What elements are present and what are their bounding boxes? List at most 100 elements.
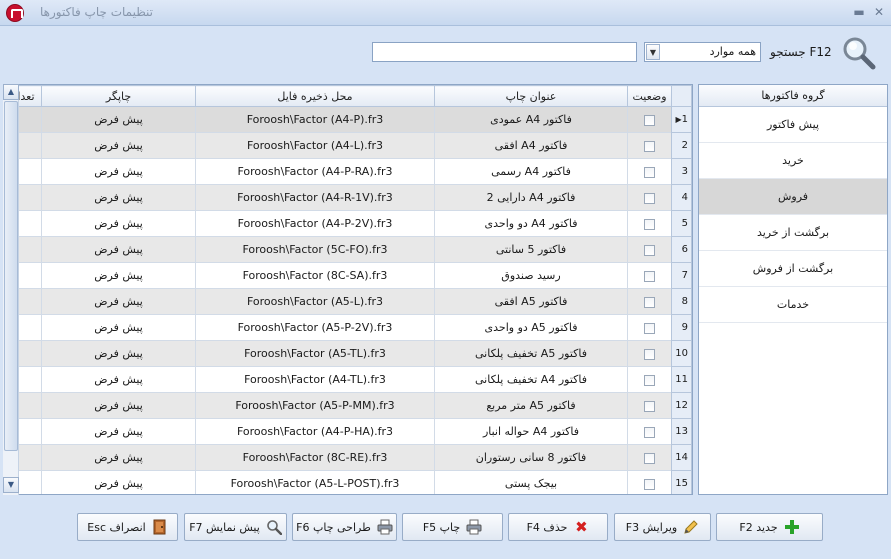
checkbox[interactable] (644, 296, 655, 308)
table-row[interactable]: 12 فاکتور A5 متر مربع Foroosh\Factor (A5-P… (4, 392, 692, 419)
group-item[interactable]: برگشت از فروش (699, 251, 887, 287)
row-number: 5 (671, 210, 692, 237)
search-input[interactable] (372, 42, 637, 62)
preview-button[interactable]: پیش نمایش F7 (184, 513, 287, 541)
table-row[interactable]: ▶1 فاکتور A4 عمودی Foroosh\Factor (A4-P).f… (4, 106, 692, 133)
table-row[interactable]: 5 فاکتور A4 دو واحدی Foroosh\Factor (A4-P-… (4, 210, 692, 237)
row-status-checkbox[interactable] (627, 418, 672, 445)
row-file-path: Foroosh\Factor (8C-RE).fr3 (195, 444, 435, 471)
row-number-text: 14 (675, 452, 688, 463)
table-row[interactable]: 9 فاکتور A5 دو واحدی Foroosh\Factor (A5-P-… (4, 314, 692, 341)
row-number-text: 6 (681, 244, 688, 255)
search-scope-select[interactable]: همه موارد ▼ (644, 42, 761, 62)
row-printer: پیش فرض (41, 366, 196, 393)
table-row[interactable]: 6 فاکتور 5 سانتی Foroosh\Factor (5C-FO).fr… (4, 236, 692, 263)
column-header-title[interactable]: عنوان چاپ (434, 85, 628, 107)
checkbox[interactable] (644, 374, 655, 386)
checkbox[interactable] (644, 192, 655, 204)
table-row[interactable]: 3 فاکتور A4 رسمی Foroosh\Factor (A4-P-RA).… (4, 158, 692, 185)
checkbox[interactable] (644, 244, 655, 256)
row-status-checkbox[interactable] (627, 158, 672, 185)
checkbox[interactable] (644, 114, 655, 126)
row-printer-text: پیش فرض (94, 165, 143, 178)
edit-button[interactable]: ویرایش F3 (614, 513, 711, 541)
row-status-checkbox[interactable] (627, 340, 672, 367)
table-row[interactable]: 2 فاکتور A4 افقی Foroosh\Factor (A4-L).fr3… (4, 132, 692, 159)
checkbox[interactable] (644, 452, 655, 464)
row-file-path-text: Foroosh\Factor (A4-L).fr3 (246, 139, 384, 152)
checkbox[interactable] (644, 270, 655, 282)
table-row[interactable]: 4 فاکتور A4 دارایی 2 Foroosh\Factor (A4-R-… (4, 184, 692, 211)
print-settings-grid: وضعیت عنوان چاپ محل ذخیره فایل چاپگر تعد… (3, 84, 693, 495)
row-status-checkbox[interactable] (627, 262, 672, 289)
row-status-checkbox[interactable] (627, 184, 672, 211)
design-print-button-label: طراحی چاپ F6 (296, 520, 371, 534)
checkbox[interactable] (644, 218, 655, 230)
scroll-up-icon[interactable]: ▲ (3, 84, 19, 100)
cancel-button[interactable]: انصراف Esc (77, 513, 178, 541)
checkbox[interactable] (644, 140, 655, 152)
search-icon[interactable] (842, 36, 876, 70)
row-status-checkbox[interactable] (627, 392, 672, 419)
row-number-text: 15 (675, 478, 688, 489)
group-item[interactable]: خدمات (699, 287, 887, 323)
search-scope-value: همه موارد (709, 45, 756, 58)
row-status-checkbox[interactable] (627, 236, 672, 263)
group-item[interactable]: برگشت از خرید (699, 215, 887, 251)
row-title: فاکتور A4 حواله انبار (434, 418, 628, 445)
group-item[interactable]: پیش فاکتور (699, 107, 887, 143)
row-file-path-text: Foroosh\Factor (A4-P).fr3 (246, 113, 384, 126)
minimize-button[interactable]: ▬ (850, 4, 868, 20)
grid-scrollbar[interactable]: ▲ ▼ (3, 84, 19, 495)
row-file-path-text: Foroosh\Factor (A4-P-RA).fr3 (237, 165, 393, 178)
scroll-down-icon[interactable]: ▼ (3, 477, 19, 493)
group-item[interactable]: فروش (699, 179, 887, 215)
design-print-button[interactable]: طراحی چاپ F6 (292, 513, 397, 541)
checkbox[interactable] (644, 478, 655, 490)
row-number: 8 (671, 288, 692, 315)
row-number-text: 10 (675, 348, 688, 359)
x-icon: ✖ (575, 518, 588, 536)
table-row[interactable]: 13 فاکتور A4 حواله انبار Foroosh\Factor (A… (4, 418, 692, 445)
scroll-thumb[interactable] (4, 101, 18, 451)
row-status-checkbox[interactable] (627, 444, 672, 471)
row-file-path: Foroosh\Factor (8C-SA).fr3 (195, 262, 435, 289)
table-row[interactable]: 10 فاکتور A5 تخفیف پلکانی Foroosh\Factor (… (4, 340, 692, 367)
checkbox[interactable] (644, 426, 655, 438)
row-status-checkbox[interactable] (627, 470, 672, 494)
column-header-printer[interactable]: چاپگر (41, 85, 196, 107)
row-status-checkbox[interactable] (627, 132, 672, 159)
checkbox[interactable] (644, 348, 655, 360)
checkbox[interactable] (644, 400, 655, 412)
row-printer: پیش فرض (41, 392, 196, 419)
row-status-checkbox[interactable] (627, 366, 672, 393)
row-status-checkbox[interactable] (627, 314, 672, 341)
row-status-checkbox[interactable] (627, 210, 672, 237)
row-status-checkbox[interactable] (627, 288, 672, 315)
table-row[interactable]: 8 فاکتور A5 افقی Foroosh\Factor (A5-L).fr3… (4, 288, 692, 315)
row-number-text: 9 (681, 322, 688, 333)
table-row[interactable]: 15 بیجک پستی Foroosh\Factor (A5-L-POST).fr… (4, 470, 692, 494)
row-title: فاکتور 8 سانی رستوران (434, 444, 628, 471)
group-item[interactable]: خرید (699, 143, 887, 179)
row-number: 6 (671, 236, 692, 263)
row-number-text: 7 (681, 270, 688, 281)
row-title-text: فاکتور A4 دارایی 2 (486, 191, 576, 204)
checkbox[interactable] (644, 166, 655, 178)
column-header-status[interactable]: وضعیت (627, 85, 672, 107)
print-button[interactable]: چاپ F5 (402, 513, 503, 541)
table-row[interactable]: 14 فاکتور 8 سانی رستوران Foroosh\Factor (8… (4, 444, 692, 471)
chevron-down-icon[interactable]: ▼ (646, 44, 660, 60)
table-row[interactable]: 7 رسید صندوق Foroosh\Factor (8C-SA).fr3 پیش… (4, 262, 692, 289)
row-printer-text: پیش فرض (94, 217, 143, 230)
delete-button[interactable]: ✖ حذف F4 (508, 513, 608, 541)
group-panel-header: گروه فاکتورها (699, 85, 887, 107)
row-status-checkbox[interactable] (627, 106, 672, 133)
column-header-path[interactable]: محل ذخیره فایل (195, 85, 435, 107)
close-icon[interactable]: ✕ (870, 4, 888, 20)
table-row[interactable]: 11 فاکتور A4 تخفیف پلکانی Foroosh\Factor (… (4, 366, 692, 393)
checkbox[interactable] (644, 322, 655, 334)
invoice-group-panel: گروه فاکتورها پیش فاکتور خرید فروش برگشت از… (698, 84, 888, 495)
new-button[interactable]: جدید F2 (716, 513, 823, 541)
plus-icon (784, 519, 800, 535)
